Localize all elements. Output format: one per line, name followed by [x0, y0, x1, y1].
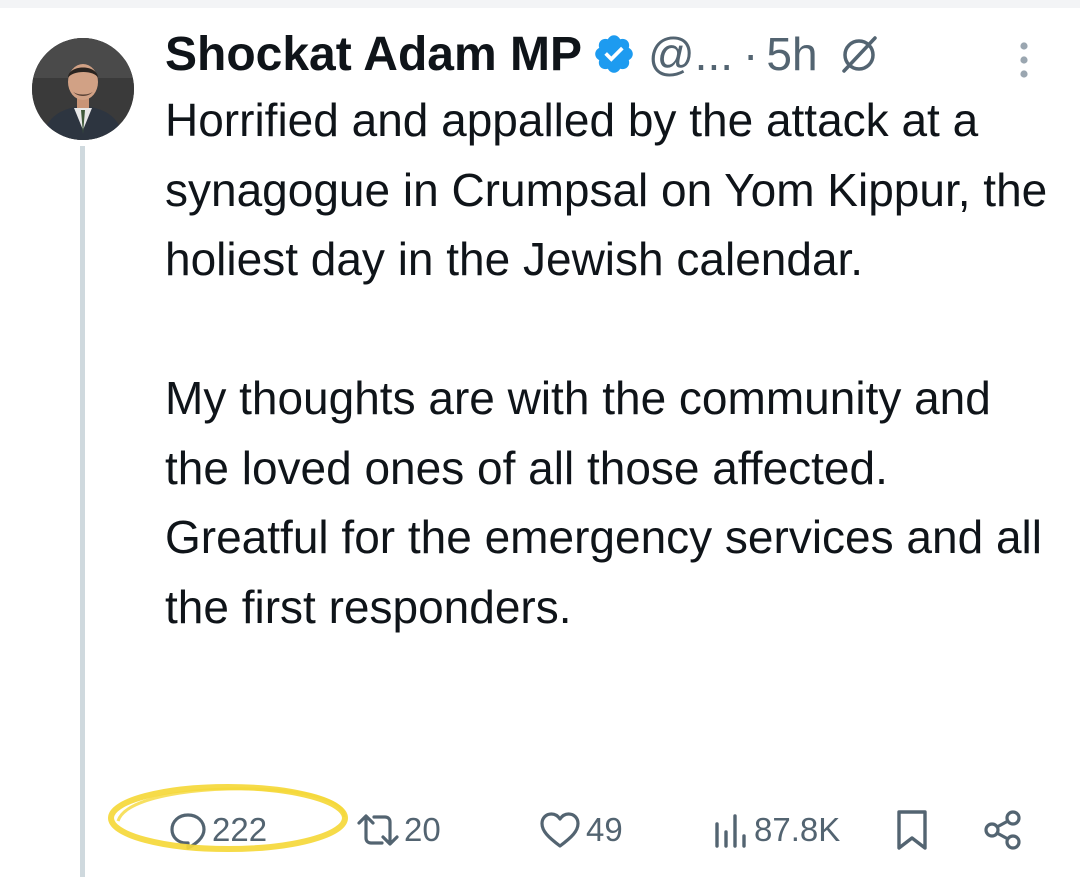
tweet-actions-bar: 222 20 49 87.8K — [0, 800, 1080, 860]
bookmark-icon — [894, 808, 930, 852]
like-button[interactable]: 49 — [538, 800, 623, 860]
share-button[interactable] — [982, 800, 1024, 860]
like-count: 49 — [586, 811, 623, 848]
tweet-paragraph-1: Horrified and appalled by the attack at … — [165, 94, 1048, 285]
grok-icon[interactable] — [838, 33, 880, 75]
bookmark-button[interactable] — [894, 800, 930, 860]
repost-count: 20 — [404, 811, 441, 848]
verified-badge-icon[interactable] — [592, 32, 636, 76]
share-icon — [982, 809, 1024, 851]
views-count: 87.8K — [754, 811, 841, 848]
views-button[interactable]: 87.8K — [712, 800, 840, 860]
avatar[interactable] — [32, 38, 134, 140]
more-vertical-icon[interactable] — [1016, 40, 1032, 80]
repost-button[interactable]: 20 — [356, 800, 441, 860]
tweet-body: Horrified and appalled by the attack at … — [165, 86, 1060, 642]
author-handle[interactable]: @... — [648, 27, 733, 81]
avatar-photo — [32, 38, 134, 140]
header-separator: · — [743, 28, 759, 80]
heart-icon — [538, 810, 582, 850]
thread-connector-line — [80, 146, 85, 877]
reply-count: 222 — [212, 811, 268, 848]
reply-icon — [168, 810, 208, 850]
repost-icon — [356, 810, 400, 850]
top-divider — [0, 0, 1080, 8]
tweet-header: Shockat Adam MP @... · 5h — [165, 24, 880, 84]
tweet-timestamp[interactable]: 5h — [766, 27, 817, 81]
tweet-paragraph-2: My thoughts are with the community and t… — [165, 372, 1042, 633]
views-chart-icon — [712, 810, 750, 850]
author-name[interactable]: Shockat Adam MP — [165, 27, 582, 82]
reply-button[interactable]: 222 — [168, 800, 267, 860]
